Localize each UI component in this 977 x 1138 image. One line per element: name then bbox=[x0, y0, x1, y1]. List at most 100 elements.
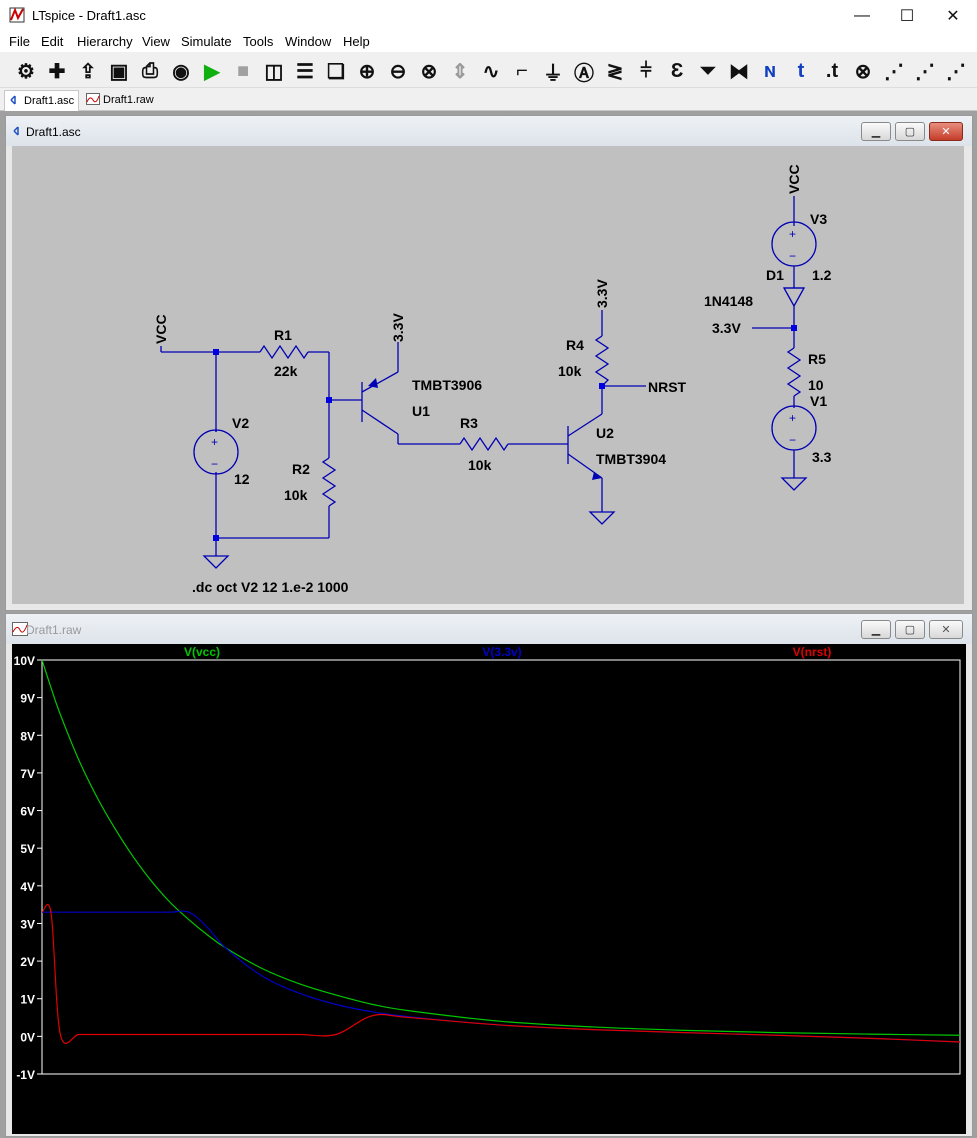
waveform-minimize-button[interactable]: ▁ bbox=[861, 620, 891, 639]
resistor-button[interactable]: ≷ bbox=[602, 58, 628, 84]
delete-icon: ⊗ bbox=[854, 60, 872, 83]
spice-directive-button[interactable]: .t bbox=[819, 58, 845, 84]
schematic-restore-button[interactable]: ▢ bbox=[895, 122, 925, 141]
plot-background bbox=[12, 644, 966, 1134]
zoom-out-button[interactable]: ⊖ bbox=[385, 58, 411, 84]
svg-text:−: − bbox=[789, 433, 796, 447]
schematic-close-button[interactable]: ✕ bbox=[929, 122, 963, 141]
restore-icon: ▢ bbox=[904, 126, 916, 138]
v1-name: V1 bbox=[810, 393, 827, 409]
wire-button[interactable]: ⌐ bbox=[509, 58, 535, 84]
ground-button[interactable]: ⏚ bbox=[540, 58, 566, 85]
menu-view[interactable]: View bbox=[142, 34, 170, 49]
ac-analysis-button[interactable]: ◉ bbox=[168, 58, 194, 84]
duplicate-button[interactable]: ⋰ bbox=[881, 58, 907, 84]
svg-text:+: + bbox=[789, 411, 796, 425]
u2-name: U2 bbox=[596, 425, 614, 441]
schematic-window-titlebar: Draft1.asc ▁ ▢ ✕ bbox=[6, 116, 972, 146]
zoom-fit-button[interactable]: ⊗ bbox=[416, 58, 442, 84]
gear-button[interactable]: ⚙ bbox=[13, 58, 39, 84]
ltspice-logo-icon bbox=[9, 7, 25, 28]
inductor-button[interactable]: Ɛ bbox=[664, 58, 690, 84]
text-button[interactable]: t bbox=[788, 58, 814, 84]
svg-text:−: − bbox=[789, 249, 796, 263]
y-tick-label: 7V bbox=[20, 767, 35, 781]
legend-entry[interactable]: V(nrst) bbox=[793, 645, 832, 659]
duplicate-icon: ⋰ bbox=[884, 60, 904, 83]
v1-value: 3.3 bbox=[812, 449, 832, 465]
open-button[interactable]: ⇪ bbox=[75, 58, 101, 84]
capacitor-button[interactable]: ⫩ bbox=[633, 58, 659, 84]
r5-value: 10 bbox=[808, 377, 824, 393]
drag-button[interactable]: ⋰ bbox=[943, 58, 969, 84]
tile-vertical-icon: ◫ bbox=[264, 60, 284, 83]
waveform-restore-button[interactable]: ▢ bbox=[895, 620, 925, 639]
menu-file[interactable]: File bbox=[9, 34, 30, 49]
menu-hierarchy[interactable]: Hierarchy bbox=[77, 34, 133, 49]
zoom-in-button[interactable]: ⊕ bbox=[354, 58, 380, 84]
close-button[interactable]: ✕ bbox=[930, 0, 976, 32]
waveform-button[interactable]: ∿ bbox=[478, 58, 504, 84]
v3-name: V3 bbox=[810, 211, 827, 227]
component-button[interactable]: ⧓ bbox=[726, 58, 752, 84]
menu-window[interactable]: Window bbox=[285, 34, 331, 49]
menu-edit[interactable]: Edit bbox=[41, 34, 63, 49]
label-net-button[interactable]: Ⓐ bbox=[571, 58, 597, 85]
menu-help[interactable]: Help bbox=[343, 34, 370, 49]
tab-draft1-asc[interactable]: Draft1.asc bbox=[4, 90, 80, 111]
run-button[interactable]: ▶ bbox=[199, 58, 225, 84]
menu-tools[interactable]: Tools bbox=[243, 34, 273, 49]
schematic-minimize-button[interactable]: ▁ bbox=[861, 122, 891, 141]
tab-label: Draft1.raw bbox=[103, 94, 154, 106]
zoom-in-icon: ⊕ bbox=[358, 60, 376, 83]
resistor-icon: ≷ bbox=[606, 60, 624, 83]
delete-button[interactable]: ⊗ bbox=[850, 58, 876, 84]
open-icon: ⇪ bbox=[79, 60, 97, 83]
y-tick-label: 10V bbox=[14, 654, 35, 668]
menu-simulate[interactable]: Simulate bbox=[181, 34, 232, 49]
waveform-window-titlebar: Draft1.raw ▁ ▢ ✕ bbox=[6, 614, 972, 644]
tab-draft1-raw[interactable]: Draft1.raw bbox=[82, 90, 158, 110]
schematic-canvas[interactable]: +− +− +− VCC R1 22k R2 10k R3 10k R4 10k… bbox=[12, 146, 964, 604]
r4-name: R4 bbox=[566, 337, 584, 353]
ground-icon: ⏚ bbox=[543, 62, 563, 85]
tile-vertical-button[interactable]: ◫ bbox=[261, 58, 287, 84]
waveform-close-button[interactable]: ✕ bbox=[929, 620, 963, 639]
minimize-button[interactable]: — bbox=[839, 0, 885, 32]
net-label-vcc-v3: VCC bbox=[786, 164, 802, 194]
spice-directive-icon: .t bbox=[825, 59, 839, 82]
print-button[interactable]: ⎙ bbox=[137, 58, 163, 84]
y-tick-label: 5V bbox=[20, 842, 35, 856]
maximize-button[interactable]: ☐ bbox=[884, 0, 930, 32]
waveform-plot[interactable]: 10V 9V 8V 7V 6V 5V 4V 3V 2V 1V 0V -1V V(vcc) V(3.3v)… bbox=[12, 644, 966, 1134]
close-icon: ✕ bbox=[941, 126, 951, 138]
legend-entry[interactable]: V(vcc) bbox=[184, 645, 220, 659]
schematic-window: Draft1.asc ▁ ▢ ✕ + − + − + − VCC R1 22k … bbox=[5, 115, 973, 611]
y-tick-label: 9V bbox=[20, 692, 35, 706]
minimize-icon: ▁ bbox=[871, 624, 881, 636]
r1-value: 22k bbox=[274, 363, 298, 379]
y-tick-label: 1V bbox=[20, 993, 35, 1007]
cascade-icon: ❏ bbox=[327, 60, 345, 83]
maximize-icon: ☐ bbox=[899, 8, 915, 25]
inductor-icon: Ɛ bbox=[670, 59, 684, 82]
new-schematic-button[interactable]: ✚ bbox=[44, 58, 70, 84]
move-button[interactable]: ⋰ bbox=[912, 58, 938, 84]
tile-horizontal-button[interactable]: ☰ bbox=[292, 58, 318, 84]
r2-name: R2 bbox=[292, 461, 310, 477]
tile-horizontal-icon: ☰ bbox=[296, 60, 314, 83]
waveform-window-title: Draft1.raw bbox=[26, 623, 82, 637]
net-label-3v3-d1: 3.3V bbox=[712, 320, 741, 336]
halt-button[interactable]: ■ bbox=[230, 58, 256, 84]
diode-button[interactable]: ⏷ bbox=[695, 58, 721, 84]
netlist-button[interactable]: ɴ bbox=[757, 58, 783, 84]
text-icon: t bbox=[797, 59, 805, 82]
print-icon: ⎙ bbox=[142, 59, 158, 82]
close-icon: ✕ bbox=[946, 8, 960, 25]
save-button[interactable]: ▣ bbox=[106, 58, 132, 84]
legend-entry[interactable]: V(3.3v) bbox=[482, 645, 521, 659]
cascade-button[interactable]: ❏ bbox=[323, 58, 349, 84]
autorange-button[interactable]: ⇕ bbox=[447, 58, 473, 84]
document-tabs: Draft1.asc Draft1.raw bbox=[0, 88, 977, 111]
capacitor-icon: ⫩ bbox=[640, 59, 652, 82]
